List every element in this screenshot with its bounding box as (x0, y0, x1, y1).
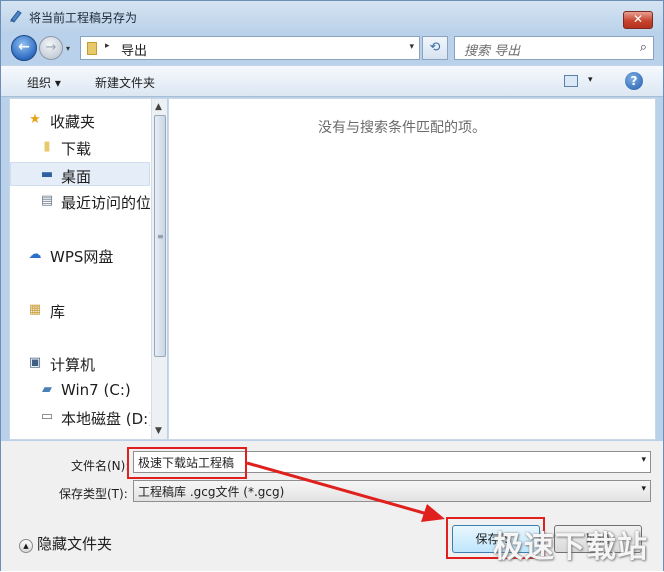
app-icon (10, 10, 22, 23)
navigation-pane: ★ 收藏夹 ▮ 下载 ▬ 桌面 ▤ 最近访问的位置 ☁ WPS网盘 ▦ 库 ▣ … (9, 98, 167, 440)
organize-menu[interactable]: 组织 ▾ (27, 74, 61, 91)
scroll-down-icon[interactable]: ▼ (155, 426, 162, 436)
sidebar-scrollbar[interactable]: ▲ ≡ ▼ (151, 99, 167, 439)
title-bar[interactable]: 将当前工程稿另存为 ✕ (1, 1, 663, 31)
sidebar-item-label: 下载 (61, 140, 92, 158)
filename-label: 文件名(N): (71, 459, 130, 473)
sidebar-item-label: 桌面 (61, 168, 92, 186)
sidebar-item-label: Win7 (C:) (61, 381, 131, 399)
window-title: 将当前工程稿另存为 (29, 11, 138, 25)
sidebar-item-label: 计算机 (50, 356, 96, 374)
grip-icon: ≡ (157, 232, 164, 241)
arrow-right-icon: → (45, 40, 57, 55)
scrollbar-thumb[interactable]: ≡ (154, 115, 166, 357)
save-as-dialog: 将当前工程稿另存为 ✕ ← → ▾ ▸ 导出 ▾ ⟲ 搜索 导出 ⌕ 组织 ▾ … (0, 0, 664, 571)
recent-places-icon: ▤ (40, 193, 54, 208)
new-folder-button[interactable]: 新建文件夹 (95, 74, 155, 91)
filetype-select[interactable]: 工程稿库 .gcg文件 (*.gcg) ▾ (133, 480, 651, 502)
address-dropdown-icon[interactable]: ▾ (409, 42, 414, 52)
star-icon: ★ (29, 112, 41, 127)
address-bar[interactable]: ▸ 导出 ▾ (80, 36, 420, 60)
arrow-left-icon: ← (18, 39, 30, 55)
sidebar-item-label: 库 (50, 303, 66, 321)
sidebar-item-recent-places[interactable]: ▤ 最近访问的位置 (10, 189, 150, 213)
sidebar-item-downloads[interactable]: ▮ 下载 (10, 135, 150, 159)
collapse-icon: ▲ (19, 539, 33, 553)
close-icon: ✕ (632, 12, 644, 26)
drive-icon: ▭ (40, 409, 54, 424)
refresh-icon: ⟲ (429, 40, 441, 55)
filetype-label: 保存类型(T): (59, 487, 128, 501)
navigation-bar: ← → ▾ ▸ 导出 ▾ ⟲ 搜索 导出 ⌕ (1, 31, 663, 65)
file-list-pane[interactable]: 没有与搜索条件匹配的项。 (168, 98, 656, 440)
search-placeholder: 搜索 导出 (464, 44, 521, 59)
desktop-icon: ▬ (40, 167, 54, 182)
search-icon[interactable]: ⌕ (640, 40, 647, 55)
annotation-box-filename (127, 447, 247, 479)
computer-icon: ▣ (28, 355, 42, 370)
recent-locations-dropdown[interactable]: ▾ (66, 44, 76, 54)
sidebar-item-label: 本地磁盘 (D:) (61, 410, 150, 428)
breadcrumb-current[interactable]: 导出 (121, 40, 147, 59)
watermark-text: 极速下载站 (493, 530, 648, 565)
refresh-button[interactable]: ⟲ (422, 36, 448, 60)
help-icon[interactable]: ? (625, 72, 643, 90)
cloud-icon: ☁ (28, 247, 42, 262)
chevron-down-icon[interactable]: ▾ (641, 455, 646, 465)
search-input[interactable]: 搜索 导出 ⌕ (454, 36, 654, 60)
view-icon[interactable] (564, 75, 578, 87)
command-toolbar: 组织 ▾ 新建文件夹 ▾ ? (1, 65, 663, 97)
sidebar-item-drive-c[interactable]: ▰ Win7 (C:) (10, 378, 150, 402)
sidebar-item-libraries[interactable]: ▦ 库 (10, 298, 150, 322)
filetype-value: 工程稿库 .gcg文件 (*.gcg) (138, 485, 285, 499)
folder-icon: ▮ (43, 139, 51, 154)
empty-results-message: 没有与搜索条件匹配的项。 (318, 120, 486, 136)
back-button[interactable]: ← (11, 35, 37, 61)
breadcrumb-separator-icon[interactable]: ▸ (105, 41, 110, 51)
chevron-down-icon[interactable]: ▾ (641, 484, 646, 494)
sidebar-item-computer[interactable]: ▣ 计算机 (10, 351, 150, 375)
sidebar-item-label: 收藏夹 (50, 113, 96, 131)
hide-folders-toggle[interactable]: ▲ 隐藏文件夹 (19, 533, 112, 554)
hide-folders-label: 隐藏文件夹 (37, 535, 113, 553)
sidebar-item-desktop[interactable]: ▬ 桌面 (10, 162, 150, 186)
folder-icon (87, 42, 97, 55)
library-icon: ▦ (28, 302, 42, 317)
close-button[interactable]: ✕ (623, 11, 653, 29)
forward-button[interactable]: → (39, 36, 63, 60)
sidebar-item-label: WPS网盘 (50, 248, 114, 266)
sidebar-item-drive-d[interactable]: ▭ 本地磁盘 (D:) (10, 405, 150, 429)
system-drive-icon: ▰ (42, 382, 52, 397)
sidebar-item-favorites[interactable]: ★ 收藏夹 (10, 108, 150, 132)
sidebar-item-wps-cloud[interactable]: ☁ WPS网盘 (10, 243, 150, 267)
view-dropdown-icon[interactable]: ▾ (588, 75, 593, 85)
scroll-up-icon[interactable]: ▲ (155, 102, 162, 112)
chevron-down-icon: ▾ (66, 44, 71, 53)
sidebar-item-label: 最近访问的位置 (61, 194, 150, 212)
